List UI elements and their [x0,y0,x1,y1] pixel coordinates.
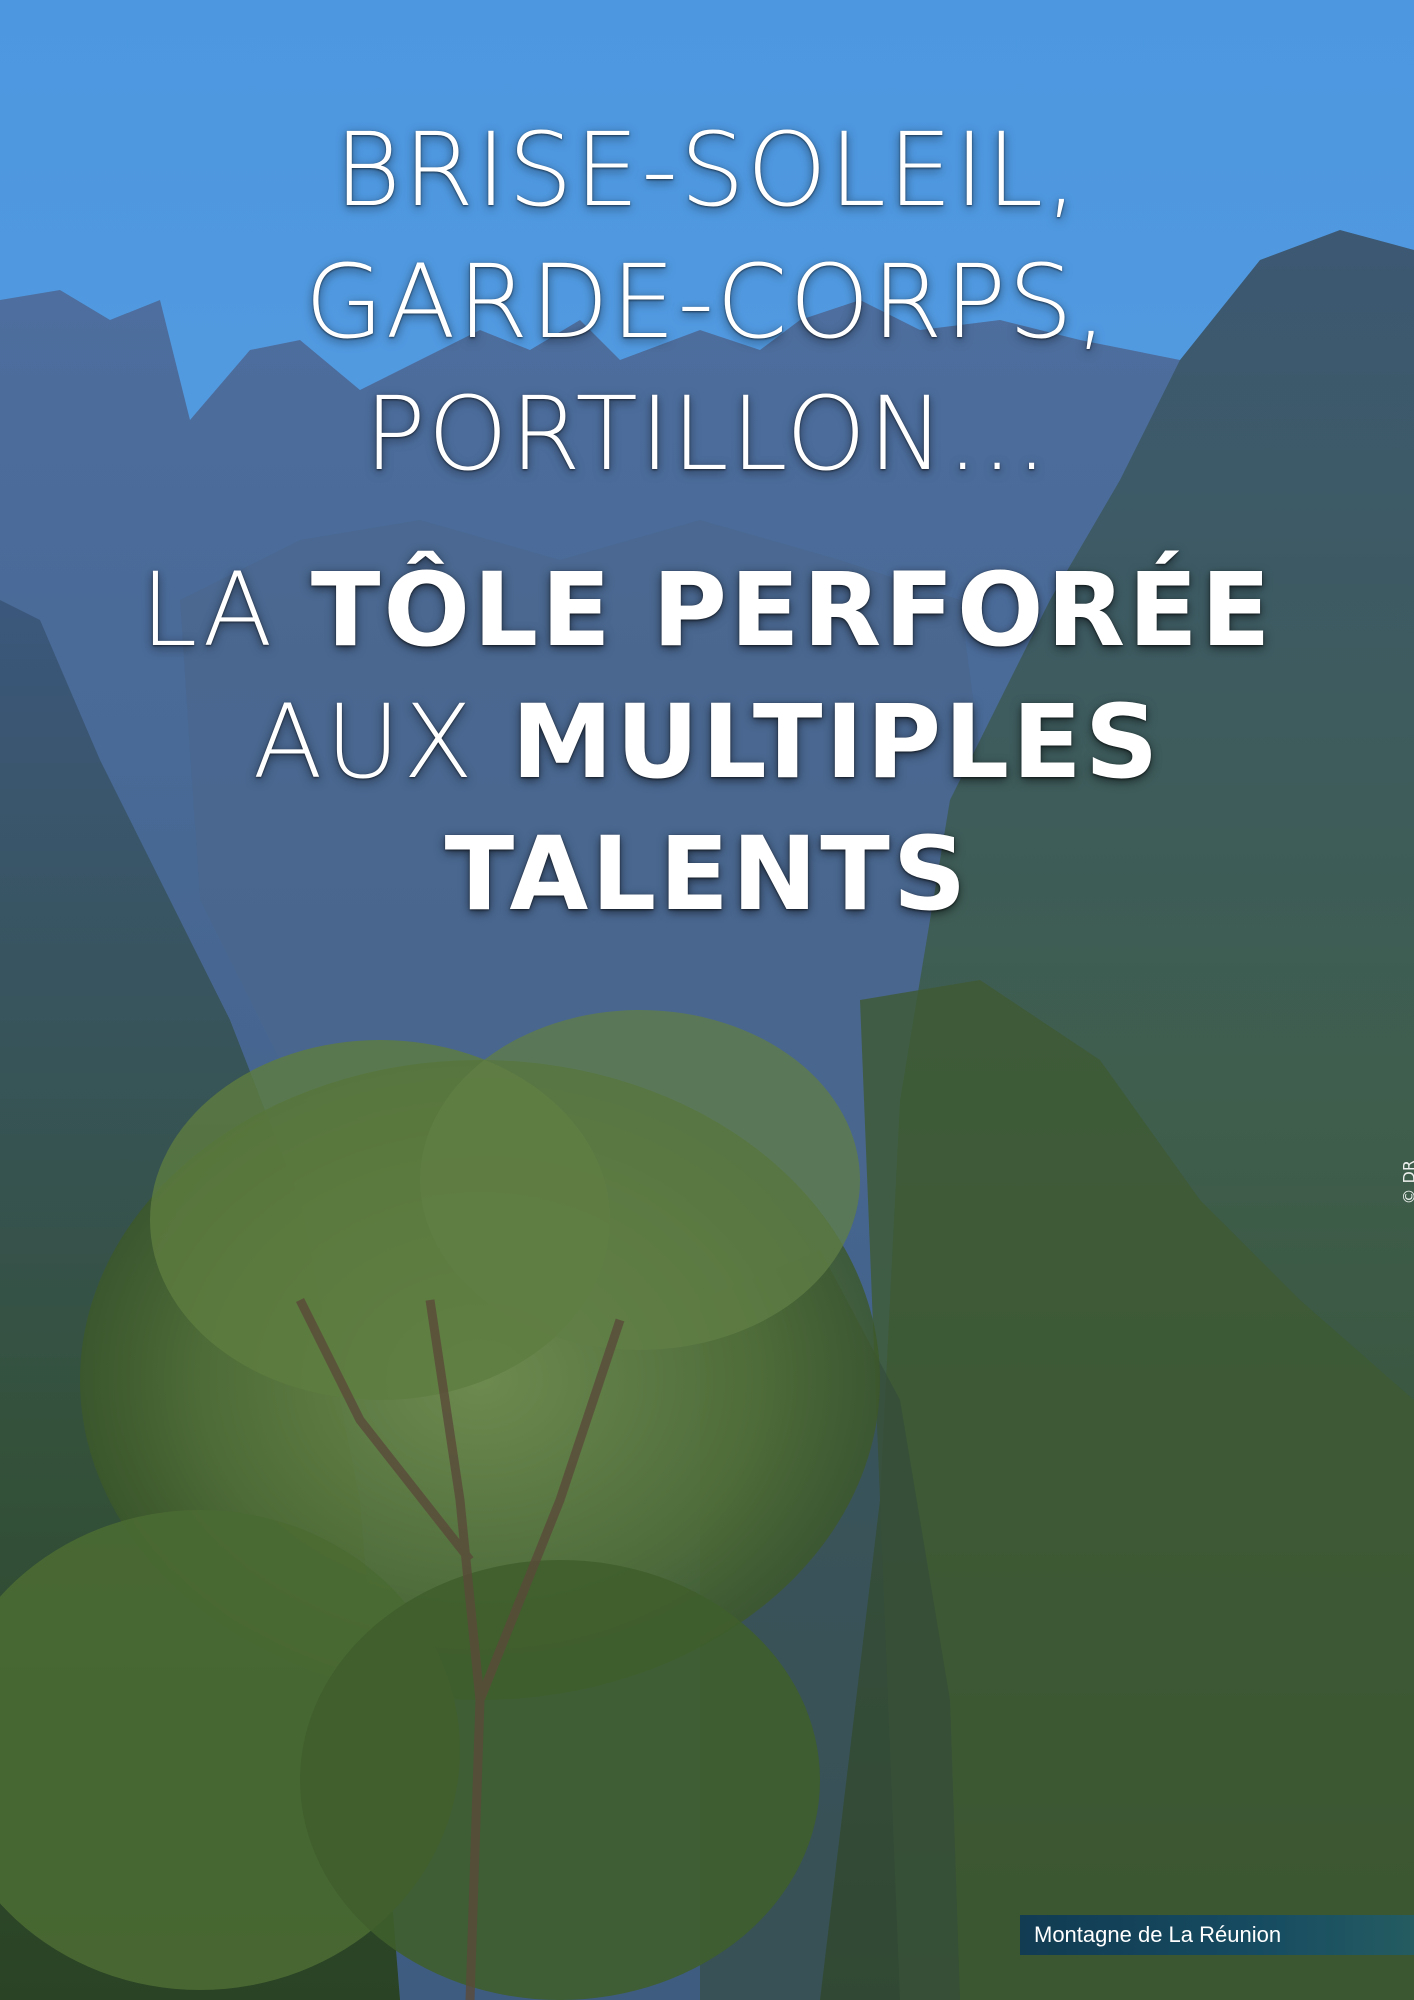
title-line-3-bold: TALENTS [444,815,970,934]
title-line-1-light: LA [140,551,311,670]
headline: BRISE-SOLEIL, GARDE-CORPS, PORTILLON... … [0,105,1414,941]
kicker-line-3: PORTILLON... [364,375,1050,494]
page: BRISE-SOLEIL, GARDE-CORPS, PORTILLON... … [0,0,1414,2000]
photo-caption: Montagne de La Réunion [1020,1915,1414,1955]
title-line-1-bold: TÔLE PERFORÉE [310,551,1274,670]
kicker: BRISE-SOLEIL, GARDE-CORPS, PORTILLON... [0,105,1414,501]
title-line-2-bold: MULTIPLES [511,683,1162,802]
title-line-2-light: AUX [252,683,512,802]
main-title: LA TÔLE PERFORÉE AUX MULTIPLES TALENTS [0,545,1414,941]
title-line-2: AUX MULTIPLES [0,677,1414,809]
title-line-3: TALENTS [0,809,1414,941]
title-line-1: LA TÔLE PERFORÉE [0,545,1414,677]
kicker-line-2: GARDE-CORPS, [304,243,1110,362]
photo-credit: © DR [1400,1160,1414,1205]
kicker-line-1: BRISE-SOLEIL, [334,111,1080,230]
